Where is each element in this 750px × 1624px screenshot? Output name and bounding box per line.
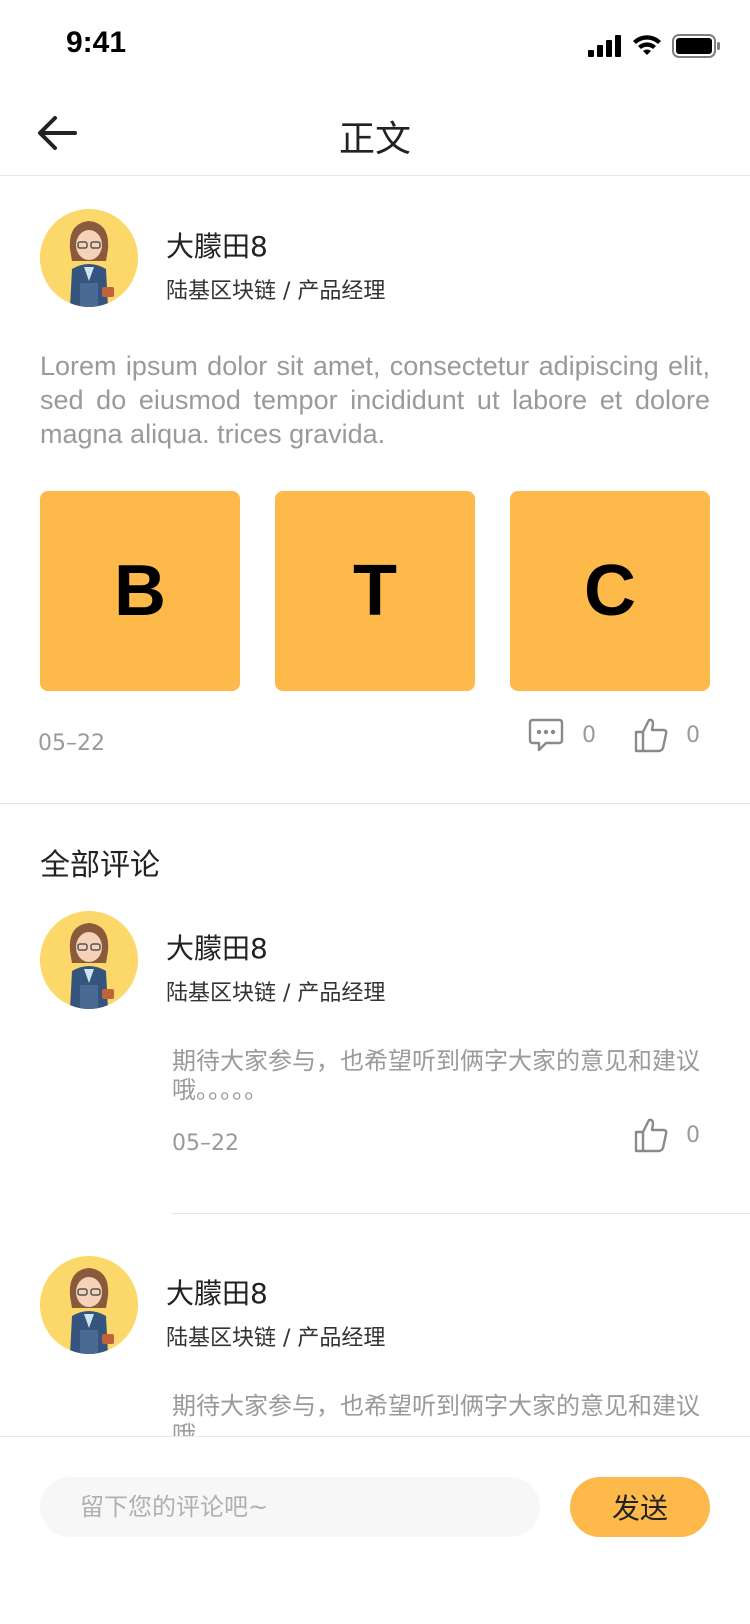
comment-button[interactable]: 0 <box>528 717 596 753</box>
author-meta: 陆基区块链 / 产品经理 <box>166 279 386 304</box>
comment-author-name[interactable]: 大朦田8 <box>166 927 268 967</box>
post-body: Lorem ipsum dolor sit amet, consectetur … <box>40 351 710 449</box>
like-button[interactable]: 0 <box>634 1117 700 1153</box>
like-count: 0 <box>686 1122 700 1148</box>
thumbs-up-icon <box>634 1118 668 1153</box>
comment-author-meta: 陆基区块链 / 产品经理 <box>166 981 386 1006</box>
post-date: 05–22 <box>38 731 105 756</box>
comment-text: 期待大家参与，也希望听到俩字大家的意见和建议哦。。。。。 <box>172 1047 700 1104</box>
post-image-grid: B T C <box>40 491 710 691</box>
status-time: 9:41 <box>66 26 127 59</box>
avatar[interactable] <box>40 209 138 307</box>
battery-icon <box>672 34 720 58</box>
post: 大朦田8 陆基区块链 / 产品经理 Lorem ipsum dolor sit … <box>0 177 750 756</box>
wifi-icon <box>633 35 661 55</box>
post-image-tile[interactable]: C <box>510 491 710 691</box>
post-image-tile[interactable]: B <box>40 491 240 691</box>
post-image-tile[interactable]: T <box>275 491 475 691</box>
avatar-illustration-icon <box>40 209 138 307</box>
comment-author-meta: 陆基区块链 / 产品经理 <box>166 1326 386 1351</box>
signal-icon <box>588 35 621 57</box>
comment-count: 0 <box>582 722 596 748</box>
post-author: 大朦田8 陆基区块链 / 产品经理 <box>0 177 750 337</box>
avatar-illustration-icon <box>40 1256 138 1354</box>
comment-icon <box>528 718 564 752</box>
comment-input[interactable] <box>40 1477 540 1537</box>
avatar[interactable] <box>40 1256 138 1354</box>
comments-heading: 全部评论 <box>40 848 160 883</box>
comment-composer: 发送 <box>0 1436 750 1624</box>
comment-author-name[interactable]: 大朦田8 <box>166 1272 268 1312</box>
section-divider <box>0 803 750 804</box>
like-button[interactable]: 0 <box>634 717 700 753</box>
author-name[interactable]: 大朦田8 <box>166 225 268 265</box>
page-title: 正文 <box>338 119 411 160</box>
avatar[interactable] <box>40 911 138 1009</box>
avatar-illustration-icon <box>40 911 138 1009</box>
comment-date: 05–22 <box>172 1131 239 1156</box>
thumbs-up-icon <box>634 718 668 753</box>
nav-bar: 正文 <box>0 88 750 176</box>
post-footer: 05–22 0 0 <box>0 717 750 777</box>
status-icons <box>588 32 720 60</box>
like-count: 0 <box>686 722 700 748</box>
send-button[interactable]: 发送 <box>570 1477 710 1537</box>
comment-divider <box>172 1213 750 1214</box>
status-bar: 9:41 <box>0 0 750 88</box>
